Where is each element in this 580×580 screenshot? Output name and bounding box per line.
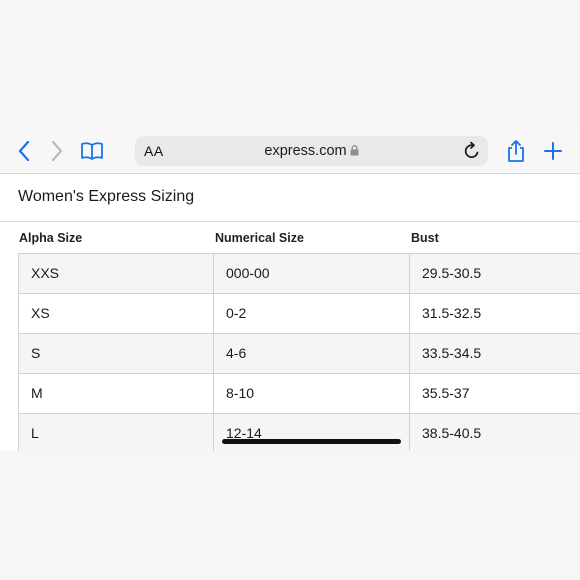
bust-cell: 33.5-34.5 (422, 345, 482, 361)
bust-cell: 38.5-40.5 (422, 425, 482, 441)
numerical-size-cell: 8-10 (214, 374, 410, 413)
reload-icon (464, 141, 479, 158)
page-title: Women's Express Sizing (18, 188, 195, 205)
table-row: XXS 000-00 29.5-30.5 (18, 254, 580, 294)
bust-cell: 31.5-32.5 (422, 305, 482, 321)
bust-cell: 35.5-37 (422, 385, 470, 401)
url-domain: express.com (264, 143, 347, 159)
numerical-size-cell: 0-2 (214, 294, 410, 333)
size-table: XXS 000-00 29.5-30.5 XS 0-2 31.5-32.5 S … (18, 253, 580, 451)
header-numerical-size: Numerical Size (215, 231, 304, 245)
back-chevron-icon (18, 140, 30, 162)
table-row: L 12-14 38.5-40.5 (18, 414, 580, 451)
table-row: XS 0-2 31.5-32.5 (18, 294, 580, 334)
table-header: Alpha Size Numerical Size Bust (0, 226, 580, 252)
alpha-size-cell: S (19, 334, 214, 373)
alpha-size-cell: M (19, 374, 214, 413)
numerical-size-cell: 12-14 (214, 414, 410, 451)
forward-button[interactable] (45, 128, 69, 174)
new-tab-plus-icon (544, 142, 562, 160)
table-row: M 8-10 35.5-37 (18, 374, 580, 414)
bookmarks-button[interactable] (78, 128, 106, 174)
share-button[interactable] (503, 128, 529, 174)
alpha-size-cell: L (19, 414, 214, 451)
reload-button[interactable] (462, 140, 482, 167)
bookmarks-book-icon (81, 142, 103, 160)
browser-toolbar: AA express.com (0, 128, 580, 174)
numerical-size-cell: 4-6 (214, 334, 410, 373)
address-bar[interactable]: AA express.com (135, 136, 488, 166)
share-icon (508, 140, 524, 162)
home-indicator[interactable] (222, 439, 401, 444)
numerical-size-cell: 000-00 (214, 254, 410, 293)
back-button[interactable] (12, 128, 36, 174)
lock-icon (350, 145, 359, 156)
new-tab-button[interactable] (541, 128, 565, 174)
web-page-content: Women's Express Sizing Alpha Size Numeri… (0, 174, 580, 451)
header-alpha-size: Alpha Size (19, 231, 83, 245)
header-bust: Bust (411, 231, 439, 245)
forward-chevron-icon (51, 140, 63, 162)
table-row: S 4-6 33.5-34.5 (18, 334, 580, 374)
divider (0, 221, 580, 222)
bust-cell: 29.5-30.5 (422, 265, 482, 281)
alpha-size-cell: XXS (19, 254, 214, 293)
alpha-size-cell: XS (19, 294, 214, 333)
